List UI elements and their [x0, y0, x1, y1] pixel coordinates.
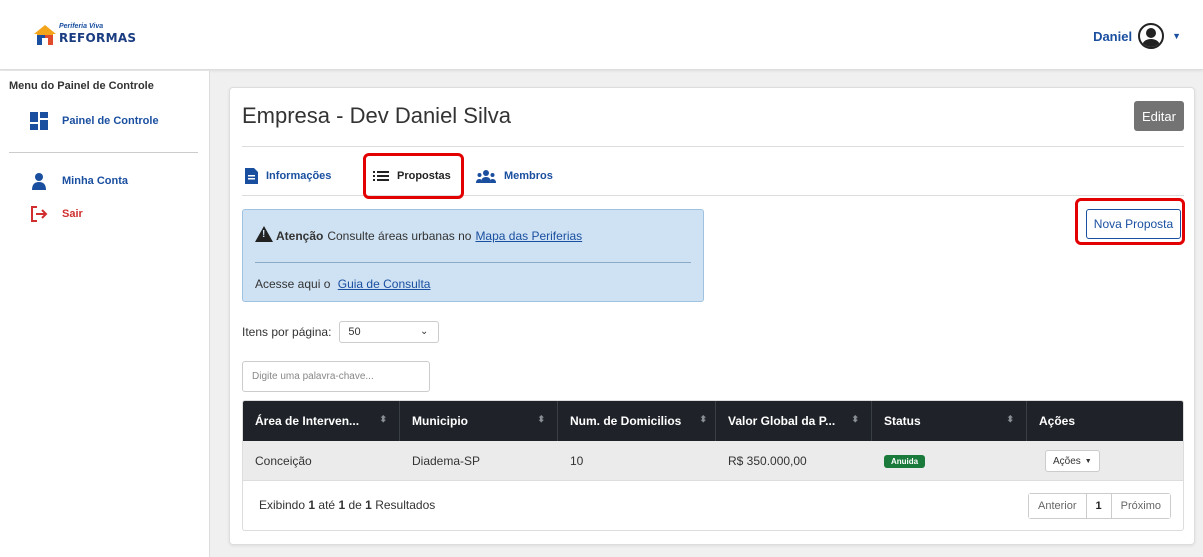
sidebar-item-minha-conta[interactable]: Minha Conta: [30, 171, 128, 191]
column-header-valor[interactable]: Valor Global da P... ⬍: [716, 401, 872, 441]
alert-text: Consulte áreas urbanas no: [327, 229, 472, 243]
highlight-nova-proposta: [1075, 198, 1185, 245]
dashboard-icon: [30, 112, 48, 130]
results-summary: Exibindo 1 até 1 de 1 Resultados: [259, 498, 435, 512]
header-label: Municipio: [412, 414, 468, 428]
summary-text: Resultados: [375, 498, 436, 512]
next-page-button[interactable]: Próximo: [1111, 494, 1170, 518]
column-header-municipio[interactable]: Municipio ⬍: [400, 401, 558, 441]
column-header-domicilios[interactable]: Num. de Domicilios ⬍: [558, 401, 716, 441]
acoes-dropdown-button[interactable]: Ações ▼: [1045, 450, 1100, 472]
per-page-control: Itens por página: 50 ⌄: [242, 321, 440, 343]
search-input[interactable]: Digite uma palavra-chave...: [242, 361, 430, 392]
users-icon: [476, 169, 496, 183]
pagination: Anterior 1 Próximo: [1028, 493, 1171, 519]
per-page-label: Itens por página:: [242, 325, 332, 339]
column-header-status[interactable]: Status ⬍: [872, 401, 1027, 441]
sidebar-item-sair[interactable]: Sair: [30, 204, 83, 224]
tab-label: Informações: [266, 170, 332, 182]
alert-line-1: Atenção Consulte áreas urbanas no Mapa d…: [255, 226, 582, 244]
sort-icon: ⬍: [379, 414, 387, 424]
search-placeholder: Digite uma palavra-chave...: [252, 371, 374, 382]
header-label: Status: [884, 414, 921, 428]
prev-page-button[interactable]: Anterior: [1029, 494, 1086, 518]
sort-icon: ⬍: [1006, 414, 1014, 424]
acoes-label: Ações: [1053, 455, 1081, 467]
cell-status: Anuida: [872, 441, 1027, 481]
sidebar-item-label: Sair: [62, 208, 83, 220]
caret-down-icon: ▼: [1084, 457, 1092, 465]
header-label: Ações: [1039, 414, 1076, 428]
logo-wordmark: REFORMAS: [59, 31, 137, 45]
summary-text: Exibindo: [259, 498, 306, 512]
guia-consulta-link[interactable]: Guia de Consulta: [338, 277, 431, 291]
tab-informacoes[interactable]: Informações: [245, 158, 331, 194]
alert-divider: [255, 262, 691, 263]
tab-label: Membros: [504, 170, 553, 182]
summary-text: até: [318, 498, 336, 512]
user-menu[interactable]: Daniel ▼: [1093, 22, 1181, 50]
cell-domicilios: 10: [570, 454, 584, 468]
sort-icon: ⬍: [537, 414, 545, 424]
summary-text: de: [348, 498, 362, 512]
caret-down-icon[interactable]: ▼: [1172, 31, 1181, 41]
summary-total: 1: [365, 498, 372, 512]
top-header: Periferia Viva REFORMAS Daniel ▼: [0, 0, 1203, 70]
header-label: Num. de Domicilios: [570, 414, 682, 428]
table-row: Conceição Diadema-SP 10 R$ 350.000,00 An…: [243, 441, 1183, 481]
cell-area: Conceição: [255, 454, 312, 468]
app-logo[interactable]: Periferia Viva REFORMAS: [33, 22, 136, 48]
sidebar-divider: [9, 152, 198, 153]
header-label: Área de Interven...: [255, 414, 360, 428]
sidebar: Menu do Painel de Controle Painel de Con…: [0, 71, 210, 557]
cell-municipio: Diadema-SP: [412, 454, 481, 468]
highlight-propostas-tab: [363, 153, 464, 199]
proposals-table: Área de Interven... ⬍ Municipio ⬍ Num. de …: [242, 400, 1184, 531]
sort-icon: ⬍: [851, 414, 859, 424]
alert-text-2: Acesse aqui o: [255, 277, 331, 291]
summary-from: 1: [308, 498, 316, 512]
document-icon: [245, 168, 258, 184]
house-logo-icon: [34, 25, 56, 45]
avatar-icon[interactable]: [1138, 23, 1165, 49]
edit-button[interactable]: Editar: [1134, 101, 1184, 131]
header-label: Valor Global da P...: [728, 414, 836, 428]
current-page-button[interactable]: 1: [1085, 494, 1112, 518]
cell-valor: R$ 350.000,00: [728, 454, 807, 468]
sidebar-title: Menu do Painel de Controle: [9, 80, 154, 92]
cell-acoes: Ações ▼: [1027, 441, 1183, 481]
chevron-down-icon: ⌄: [420, 326, 429, 337]
sidebar-item-label: Painel de Controle: [62, 115, 159, 127]
tab-membros[interactable]: Membros: [476, 158, 553, 194]
attention-alert: Atenção Consulte áreas urbanas no Mapa d…: [242, 209, 704, 302]
logo-tagline: Periferia Viva: [59, 23, 104, 30]
per-page-select[interactable]: 50 ⌄: [339, 321, 440, 343]
summary-to: 1: [338, 498, 346, 512]
per-page-value: 50: [348, 326, 361, 338]
sidebar-item-painel[interactable]: Painel de Controle: [30, 111, 159, 131]
logout-icon: [31, 206, 48, 222]
sidebar-item-label: Minha Conta: [62, 175, 128, 187]
alert-line-2: Acesse aqui o Guia de Consulta: [255, 277, 430, 291]
user-name[interactable]: Daniel: [1093, 29, 1132, 44]
user-icon: [32, 173, 46, 190]
status-badge: Anuida: [884, 454, 926, 468]
alert-strong: Atenção: [276, 229, 324, 243]
table-header: Área de Interven... ⬍ Municipio ⬍ Num. de …: [243, 401, 1183, 441]
sort-icon: ⬍: [699, 414, 707, 424]
page-title: Empresa - Dev Daniel Silva: [242, 103, 511, 128]
mapa-periferias-link[interactable]: Mapa das Periferias: [475, 229, 582, 243]
title-divider: [242, 146, 1184, 147]
column-header-acoes: Ações: [1027, 401, 1183, 441]
warning-icon: [255, 226, 273, 242]
column-header-area[interactable]: Área de Interven... ⬍: [243, 401, 400, 441]
company-card: Empresa - Dev Daniel Silva Editar Inform…: [229, 87, 1195, 545]
